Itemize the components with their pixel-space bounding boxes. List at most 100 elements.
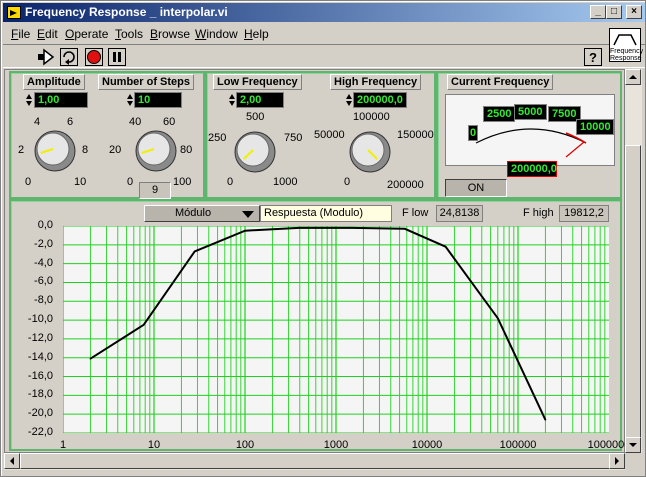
series-point bbox=[244, 229, 246, 232]
maximize-icon[interactable]: □ bbox=[606, 5, 622, 19]
menu-operate[interactable]: Operate bbox=[65, 27, 108, 41]
high-frequency-label: High Frequency bbox=[330, 74, 422, 90]
flow-value: 24,8138 bbox=[436, 205, 483, 222]
scroll-up-button[interactable] bbox=[625, 69, 641, 85]
high-frequency-tick-150000: 150000 bbox=[397, 129, 434, 141]
steps-spin-icon[interactable] bbox=[127, 92, 133, 108]
high-frequency-tick-100000: 100000 bbox=[353, 111, 390, 123]
high-frequency-tick-50000: 50000 bbox=[314, 129, 345, 141]
flow-label: F low bbox=[402, 207, 429, 219]
high-frequency-knob[interactable] bbox=[348, 130, 392, 174]
run-continuously-icon[interactable] bbox=[60, 48, 78, 66]
menu-edit[interactable]: Edit bbox=[37, 27, 58, 41]
low-frequency-knob[interactable] bbox=[233, 130, 277, 174]
application-window: Frequency Response _ interpolar.vi _ □ ×… bbox=[0, 0, 646, 477]
amplitude-tick-2: 2 bbox=[18, 144, 25, 156]
steps-tick-100: 100 bbox=[173, 176, 192, 188]
series-point bbox=[444, 245, 447, 248]
current-frequency-value: 200000,0 bbox=[507, 161, 557, 177]
current-frequency-label: Current Frequency bbox=[447, 74, 554, 90]
fhigh-label: F high bbox=[523, 207, 554, 219]
steps-numeric[interactable]: 10 bbox=[134, 92, 182, 108]
arrow-down-icon bbox=[629, 443, 637, 447]
steps-knob[interactable] bbox=[134, 129, 178, 173]
x-tick-label: 100 bbox=[235, 439, 255, 451]
vi-icon-line1: Frequency bbox=[610, 48, 644, 55]
steps-indicator: 9 bbox=[139, 182, 171, 199]
menu-bar: File Edit Operate Tools Browse Window He… bbox=[3, 24, 645, 44]
svg-text:?: ? bbox=[589, 50, 597, 65]
steps-tick-60: 60 bbox=[163, 116, 176, 128]
amplitude-knob[interactable] bbox=[33, 129, 77, 173]
y-tick-label: -6,0 bbox=[34, 275, 53, 288]
series-point bbox=[544, 419, 547, 421]
menu-window[interactable]: Window bbox=[195, 27, 238, 41]
low-frequency-tick-500: 500 bbox=[246, 111, 265, 123]
chevron-down-icon bbox=[242, 211, 254, 218]
meter-tick-0: 0 bbox=[468, 125, 478, 141]
menu-tools[interactable]: Tools bbox=[115, 27, 143, 41]
steps-label: Number of Steps bbox=[98, 74, 195, 90]
y-tick-label: -12,0 bbox=[27, 331, 53, 344]
low-frequency-tick-0: 0 bbox=[227, 176, 234, 188]
steps-tick-80: 80 bbox=[180, 144, 193, 156]
amplitude-tick-8: 8 bbox=[82, 144, 89, 156]
y-tick-label: 0,0 bbox=[37, 219, 53, 231]
low-frequency-tick-750: 750 bbox=[284, 132, 303, 144]
low-frequency-tick-1000: 1000 bbox=[273, 176, 298, 188]
x-tick-label: 10 bbox=[147, 439, 161, 451]
mode-select[interactable]: Módulo bbox=[144, 205, 260, 222]
run-arrow-icon[interactable] bbox=[37, 48, 55, 66]
high-frequency-numeric[interactable]: 200000,0 bbox=[353, 92, 407, 108]
close-icon[interactable]: × bbox=[626, 5, 642, 19]
tool-bar: ? bbox=[3, 44, 645, 68]
x-tick-label: 1 bbox=[59, 439, 67, 451]
amplitude-spin-icon[interactable] bbox=[26, 92, 32, 108]
low-frequency-numeric[interactable]: 2,00 bbox=[236, 92, 284, 108]
series-point bbox=[404, 228, 406, 230]
low-frequency-spin-icon[interactable] bbox=[229, 92, 235, 108]
arrow-up-icon bbox=[629, 75, 637, 79]
frequency-response-icon bbox=[613, 34, 637, 46]
x-tick-label: 1000 bbox=[323, 439, 349, 451]
help-icon[interactable]: ? bbox=[584, 48, 602, 66]
scroll-down-button[interactable] bbox=[625, 437, 641, 453]
menu-browse[interactable]: Browse bbox=[150, 27, 190, 41]
menu-help[interactable]: Help bbox=[244, 27, 269, 41]
x-tick-label: 10000 bbox=[411, 439, 443, 451]
horizontal-scrollbar[interactable] bbox=[4, 453, 625, 470]
y-tick-label: -16,0 bbox=[27, 369, 53, 382]
labview-run-icon bbox=[7, 6, 21, 19]
y-tick-label: -18,0 bbox=[27, 388, 53, 401]
meter-tick-10000: 10000 bbox=[576, 119, 614, 135]
x-tick-label: 100000 bbox=[499, 439, 537, 451]
amplitude-numeric[interactable]: 1,00 bbox=[34, 92, 88, 108]
meter-tick-5000: 5000 bbox=[514, 104, 547, 120]
mode-select-value: Módulo bbox=[175, 207, 212, 219]
y-tick-label: -14,0 bbox=[27, 350, 53, 363]
horizontal-scroll-thumb[interactable] bbox=[20, 453, 610, 469]
series-line-0 bbox=[89, 226, 547, 421]
abort-icon[interactable] bbox=[85, 48, 103, 66]
pause-icon[interactable] bbox=[108, 48, 126, 66]
series-point bbox=[142, 324, 145, 326]
minimize-icon[interactable]: _ bbox=[590, 5, 606, 19]
scroll-right-button[interactable] bbox=[609, 453, 625, 469]
title-bar[interactable]: Frequency Response _ interpolar.vi _ □ × bbox=[3, 3, 645, 22]
plot-area bbox=[63, 226, 609, 433]
arrow-left-icon bbox=[10, 457, 14, 465]
frequency-response-plot bbox=[63, 226, 609, 433]
on-button[interactable]: ON bbox=[445, 179, 507, 197]
steps-tick-0: 0 bbox=[127, 176, 134, 188]
low-frequency-tick-250: 250 bbox=[208, 132, 227, 144]
high-frequency-tick-200000: 200000 bbox=[387, 179, 424, 191]
vertical-scroll-thumb[interactable] bbox=[625, 145, 641, 447]
menu-file[interactable]: File bbox=[11, 27, 30, 41]
vertical-scrollbar[interactable] bbox=[625, 69, 642, 453]
scroll-left-button[interactable] bbox=[4, 453, 20, 469]
high-frequency-spin-icon[interactable] bbox=[346, 92, 352, 108]
response-name-field[interactable]: Respuesta (Modulo) bbox=[260, 205, 392, 222]
series-point bbox=[497, 317, 499, 319]
series-point bbox=[89, 357, 92, 360]
amplitude-tick-10: 10 bbox=[74, 176, 87, 188]
